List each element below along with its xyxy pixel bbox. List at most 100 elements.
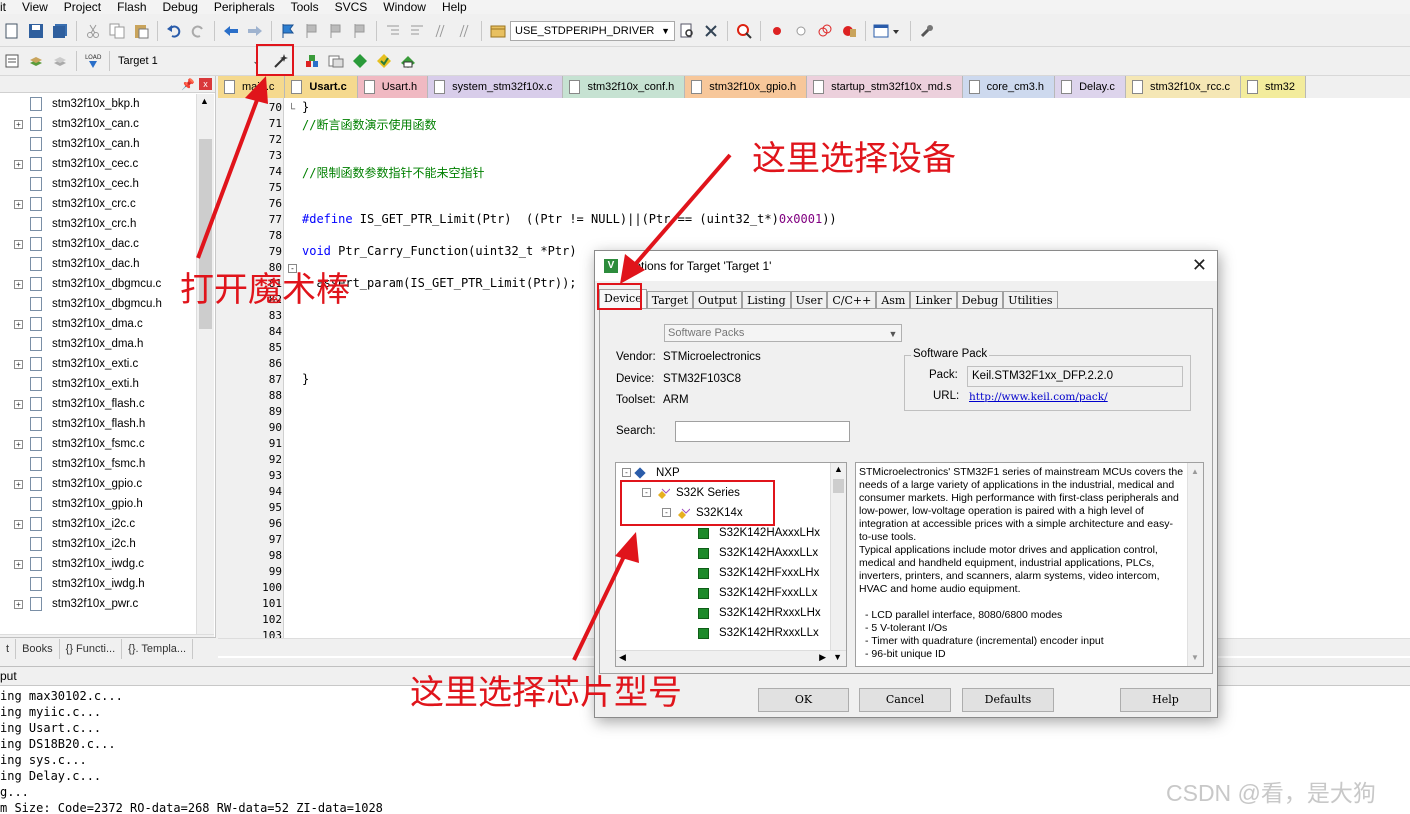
incremental-find-icon[interactable] <box>700 20 722 42</box>
project-file-item[interactable]: stm32f10x_fsmc.h <box>0 454 196 474</box>
copy-project-icon[interactable] <box>325 50 347 72</box>
tree-device-item[interactable]: S32K142HAxxxLHx <box>698 523 820 543</box>
tree-device-item[interactable]: S32K142HRxxxLHx <box>698 603 821 623</box>
file-tab[interactable]: startup_stm32f10x_md.s <box>807 76 963 98</box>
file-tab[interactable]: core_cm3.h <box>962 76 1056 98</box>
find-in-files-icon[interactable] <box>487 20 509 42</box>
expand-toggle[interactable]: + <box>14 519 23 529</box>
menu-item-7[interactable]: SVCS <box>327 0 376 14</box>
manage-project-icon[interactable] <box>301 50 323 72</box>
cut-icon[interactable] <box>82 20 104 42</box>
kill-all-breakpoints-icon[interactable] <box>838 20 860 42</box>
project-file-item[interactable]: + stm32f10x_dma.c <box>0 314 196 334</box>
window-layout-icon[interactable] <box>871 20 905 42</box>
project-file-item[interactable]: + stm32f10x_pwr.c <box>0 594 196 614</box>
dialog-tab-asm[interactable]: Asm <box>876 291 911 309</box>
project-file-item[interactable]: stm32f10x_dac.h <box>0 254 196 274</box>
expand-toggle[interactable]: + <box>14 559 23 569</box>
menu-item-9[interactable]: Help <box>434 0 475 14</box>
file-tab[interactable]: stm32f10x_gpio.h <box>685 76 808 98</box>
rebuild-icon[interactable] <box>49 50 71 72</box>
project-file-item[interactable]: + stm32f10x_crc.c <box>0 194 196 214</box>
undo-icon[interactable] <box>163 20 185 42</box>
breakpoint-icon[interactable] <box>766 20 788 42</box>
scroll-down-icon[interactable]: ▼ <box>833 652 842 662</box>
collapse-toggle[interactable]: - <box>622 468 631 477</box>
disable-breakpoint-icon[interactable] <box>790 20 812 42</box>
back-icon[interactable] <box>220 20 242 42</box>
expand-toggle[interactable]: + <box>14 159 23 169</box>
prev-bookmark-icon[interactable] <box>301 20 323 42</box>
tree-device-item[interactable]: S32K142HAxxxLLx <box>698 543 818 563</box>
project-file-item[interactable]: + stm32f10x_gpio.c <box>0 474 196 494</box>
paste-icon[interactable] <box>130 20 152 42</box>
menu-item-5[interactable]: Peripherals <box>206 0 283 14</box>
software-packs-select[interactable]: Software Packs ▼ <box>664 324 902 342</box>
scroll-down-icon[interactable]: ▼ <box>1191 653 1199 662</box>
expand-toggle[interactable]: + <box>14 359 23 369</box>
next-bookmark-icon[interactable] <box>325 20 347 42</box>
menu-item-8[interactable]: Window <box>375 0 434 14</box>
tree-vertical-scrollbar[interactable]: ▲ <box>830 463 846 651</box>
save-icon[interactable] <box>25 20 47 42</box>
expand-toggle[interactable]: + <box>14 279 23 289</box>
fold-marker[interactable]: └ <box>288 104 295 115</box>
dialog-tab-linker[interactable]: Linker <box>910 291 957 309</box>
project-file-item[interactable]: + stm32f10x_can.c <box>0 114 196 134</box>
dialog-tab-user[interactable]: User <box>790 291 828 309</box>
cancel-button[interactable]: Cancel <box>859 688 951 712</box>
select-packs-icon[interactable] <box>373 50 395 72</box>
uncomment-icon[interactable] <box>454 20 476 42</box>
forward-icon[interactable] <box>244 20 266 42</box>
file-tab[interactable]: system_stm32f10x.c <box>428 76 564 98</box>
menu-item-3[interactable]: Flash <box>109 0 154 14</box>
device-search-input[interactable] <box>675 421 850 442</box>
project-file-item[interactable]: stm32f10x_iwdg.h <box>0 574 196 594</box>
build-icon[interactable] <box>25 50 47 72</box>
download-icon[interactable]: LOAD <box>82 50 104 72</box>
define-combo[interactable]: USE_STDPERIPH_DRIVER ▼ <box>510 20 675 41</box>
configure-icon[interactable] <box>916 20 938 42</box>
project-file-item[interactable]: stm32f10x_crc.h <box>0 214 196 234</box>
project-pane-tab-2[interactable]: {} Functi... <box>60 638 123 659</box>
dialog-tab-listing[interactable]: Listing <box>742 291 791 309</box>
project-file-item[interactable]: stm32f10x_gpio.h <box>0 494 196 514</box>
clear-bookmarks-icon[interactable] <box>349 20 371 42</box>
expand-toggle[interactable]: + <box>14 239 23 249</box>
project-file-item[interactable]: + stm32f10x_cec.c <box>0 154 196 174</box>
file-tab[interactable]: stm32f10x_conf.h <box>563 76 686 98</box>
project-file-item[interactable]: stm32f10x_dbgmcu.h <box>0 294 196 314</box>
dialog-tab-target[interactable]: Target <box>646 291 694 309</box>
bookmark-icon[interactable] <box>277 20 299 42</box>
project-file-item[interactable]: + stm32f10x_fsmc.c <box>0 434 196 454</box>
scroll-up-icon[interactable]: ▲ <box>834 464 843 474</box>
dialog-tab-debug[interactable]: Debug <box>956 291 1004 309</box>
file-tab[interactable]: stm32f10x_rcc.c <box>1125 76 1242 98</box>
project-pane-tab-3[interactable]: {}. Templa... <box>122 638 194 659</box>
ok-button[interactable]: OK <box>758 688 849 712</box>
project-file-item[interactable]: + stm32f10x_i2c.c <box>0 514 196 534</box>
scroll-up-icon[interactable]: ▲ <box>200 96 209 106</box>
expand-toggle[interactable]: + <box>14 599 23 609</box>
pack-url-link[interactable]: http://www.keil.com/pack/ <box>969 391 1108 403</box>
project-file-item[interactable]: + stm32f10x_flash.c <box>0 394 196 414</box>
dialog-tab-utilities[interactable]: Utilities <box>1003 291 1058 309</box>
unindent-icon[interactable] <box>406 20 428 42</box>
tree-device-item[interactable]: S32K142HFxxxLLx <box>698 583 817 603</box>
project-file-item[interactable]: stm32f10x_bkp.h <box>0 94 196 114</box>
project-file-item[interactable]: stm32f10x_i2c.h <box>0 534 196 554</box>
file-tab[interactable]: Usart.c <box>285 76 358 98</box>
redo-icon[interactable] <box>187 20 209 42</box>
scroll-thumb[interactable] <box>833 479 844 493</box>
file-tab[interactable]: Usart.h <box>357 76 429 98</box>
menu-item-4[interactable]: Debug <box>155 0 206 14</box>
defaults-button[interactable]: Defaults <box>962 688 1054 712</box>
project-pane-tab-1[interactable]: Books <box>16 638 60 659</box>
expand-toggle[interactable]: + <box>14 199 23 209</box>
file-tab[interactable]: main.c <box>218 76 286 98</box>
expand-toggle[interactable]: + <box>14 439 23 449</box>
tree-device-item[interactable]: S32K142HFxxxLHx <box>698 563 819 583</box>
close-icon[interactable]: ✕ <box>1192 255 1207 276</box>
close-icon[interactable]: x <box>199 78 212 90</box>
expand-toggle[interactable]: + <box>14 319 23 329</box>
